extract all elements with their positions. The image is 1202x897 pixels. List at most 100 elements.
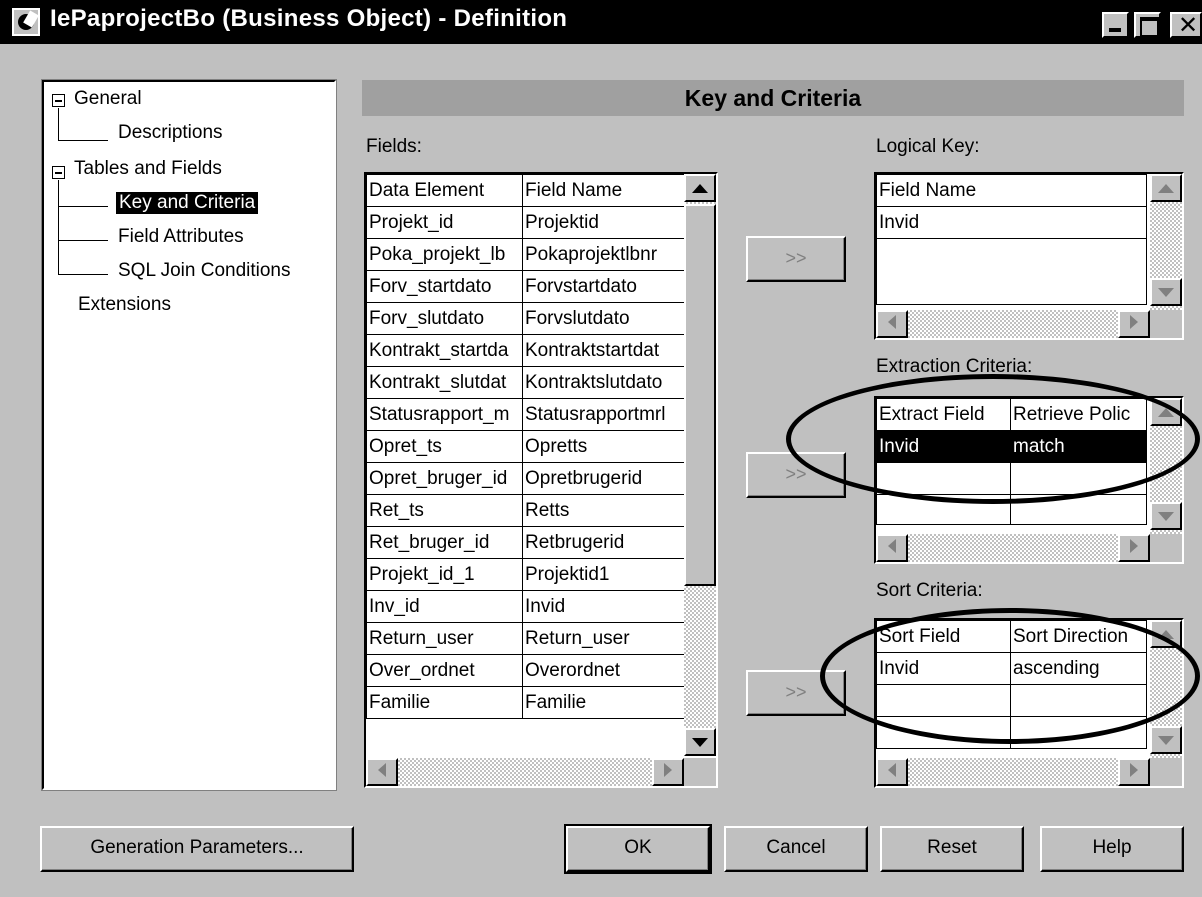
collapse-tables-icon[interactable] (52, 166, 65, 179)
column-header[interactable]: Sort Field (876, 620, 1011, 653)
tree-item-extensions[interactable]: Extensions (78, 294, 171, 316)
tree-item-field-attributes[interactable]: Field Attributes (118, 226, 244, 248)
table-cell[interactable]: Retts (522, 494, 685, 527)
logical-key-grid[interactable]: Field Name Invid (874, 172, 1184, 340)
table-cell[interactable]: Statusrapport_m (366, 398, 523, 431)
add-to-extraction-button[interactable]: >> (746, 452, 846, 498)
help-button[interactable]: Help (1040, 826, 1184, 872)
table-cell[interactable]: Kontraktslutdato (522, 366, 685, 399)
scroll-left-button[interactable] (876, 758, 908, 786)
scroll-left-button[interactable] (876, 310, 908, 338)
reset-button[interactable]: Reset (880, 826, 1024, 872)
table-cell[interactable] (1010, 494, 1147, 525)
column-header[interactable]: Sort Direction (1010, 620, 1147, 653)
table-row[interactable]: Kontrakt_slutdat Kontraktslutdato (366, 366, 685, 399)
column-header[interactable]: Retrieve Polic (1010, 398, 1147, 431)
table-cell[interactable]: Retbrugerid (522, 526, 685, 559)
table-cell[interactable] (876, 238, 1147, 305)
table-cell[interactable] (1010, 716, 1147, 749)
tree-item-general[interactable]: General (74, 88, 142, 110)
table-cell[interactable]: Projektid1 (522, 558, 685, 591)
fields-horizontal-scrollbar[interactable] (366, 758, 684, 786)
scroll-right-button[interactable] (1118, 310, 1150, 338)
table-cell[interactable] (1010, 684, 1147, 717)
logical-key-vertical-scrollbar[interactable] (1150, 174, 1182, 310)
table-cell[interactable]: match (1010, 430, 1147, 463)
ok-button[interactable]: OK (564, 824, 712, 874)
table-cell[interactable]: Kontrakt_startda (366, 334, 523, 367)
table-cell[interactable]: Kontraktstartdat (522, 334, 685, 367)
table-cell[interactable]: Opret_bruger_id (366, 462, 523, 495)
table-cell[interactable]: Invid (876, 206, 1147, 239)
scroll-right-button[interactable] (1118, 534, 1150, 562)
generation-parameters-button[interactable]: Generation Parameters... (40, 826, 354, 872)
table-cell[interactable] (876, 494, 1011, 525)
fields-grid[interactable]: Data Element Field Name Projekt_id Projekti… (364, 172, 718, 788)
table-cell[interactable]: Familie (366, 686, 523, 719)
app-icon[interactable] (12, 8, 40, 36)
add-to-sort-button[interactable]: >> (746, 670, 846, 716)
table-row[interactable]: Poka_projekt_lb Pokaprojektlbnr (366, 238, 685, 271)
sort-vertical-scrollbar[interactable] (1150, 620, 1182, 758)
table-cell[interactable]: Ret_ts (366, 494, 523, 527)
cancel-button[interactable]: Cancel (724, 826, 868, 872)
table-row[interactable]: Statusrapport_m Statusrapportmrl (366, 398, 685, 431)
logical-key-horizontal-scrollbar[interactable] (876, 310, 1150, 338)
scroll-left-button[interactable] (876, 534, 908, 562)
table-cell[interactable]: Poka_projekt_lb (366, 238, 523, 271)
table-cell[interactable]: Forv_slutdato (366, 302, 523, 335)
collapse-general-icon[interactable] (52, 94, 65, 107)
table-cell[interactable]: Projekt_id (366, 206, 523, 239)
table-cell[interactable]: Opretbrugerid (522, 462, 685, 495)
scroll-right-button[interactable] (1118, 758, 1150, 786)
scroll-left-button[interactable] (366, 758, 398, 786)
close-button[interactable]: ✕ (1170, 12, 1202, 39)
extraction-vertical-scrollbar[interactable] (1150, 398, 1182, 534)
table-cell[interactable]: ascending (1010, 652, 1147, 685)
column-header[interactable]: Extract Field (876, 398, 1011, 431)
table-cell[interactable]: Forvslutdato (522, 302, 685, 335)
scroll-down-button[interactable] (684, 728, 716, 756)
table-cell[interactable]: Opret_ts (366, 430, 523, 463)
scroll-right-button[interactable] (652, 758, 684, 786)
sort-criteria-grid[interactable]: Sort Field Sort Direction Invid ascendin… (874, 618, 1184, 788)
scroll-up-button[interactable] (1150, 174, 1182, 202)
table-cell[interactable]: Invid (876, 652, 1011, 685)
scroll-down-button[interactable] (1150, 502, 1182, 530)
table-cell[interactable]: Statusrapportmrl (522, 398, 685, 431)
table-row[interactable]: Ret_bruger_id Retbrugerid (366, 526, 685, 559)
table-cell[interactable]: Return_user (366, 622, 523, 655)
maximize-button[interactable] (1134, 12, 1161, 38)
table-row[interactable]: Opret_ts Opretts (366, 430, 685, 463)
add-to-logical-key-button[interactable]: >> (746, 236, 846, 282)
table-cell[interactable]: Kontrakt_slutdat (366, 366, 523, 399)
table-row[interactable]: Return_user Return_user (366, 622, 685, 655)
table-cell[interactable]: Over_ordnet (366, 654, 523, 687)
table-row[interactable]: Familie Familie (366, 686, 685, 719)
column-header[interactable]: Data Element (366, 174, 523, 207)
table-row[interactable]: Forv_slutdato Forvslutdato (366, 302, 685, 335)
table-cell[interactable] (876, 716, 1011, 749)
table-row[interactable]: Projekt_id Projektid (366, 206, 685, 239)
scroll-up-button[interactable] (1150, 620, 1182, 648)
table-cell[interactable]: Projektid (522, 206, 685, 239)
minimize-button[interactable] (1102, 12, 1129, 38)
table-cell[interactable] (876, 462, 1011, 495)
table-row[interactable]: Projekt_id_1 Projektid1 (366, 558, 685, 591)
table-cell[interactable]: Invid (522, 590, 685, 623)
tree-item-descriptions[interactable]: Descriptions (118, 122, 223, 144)
column-header[interactable]: Field Name (522, 174, 685, 207)
table-cell[interactable]: Forv_startdato (366, 270, 523, 303)
table-cell[interactable]: Ret_bruger_id (366, 526, 523, 559)
table-row[interactable]: Ret_ts Retts (366, 494, 685, 527)
extraction-horizontal-scrollbar[interactable] (876, 534, 1150, 562)
table-row[interactable]: Inv_id Invid (366, 590, 685, 623)
table-cell[interactable] (1010, 462, 1147, 495)
navigation-tree[interactable]: General Descriptions Tables and Fields K… (41, 79, 337, 791)
table-cell[interactable]: Invid (876, 430, 1011, 463)
scroll-down-button[interactable] (1150, 726, 1182, 754)
tree-item-sql-join-conditions[interactable]: SQL Join Conditions (118, 260, 291, 282)
table-cell[interactable]: Overordnet (522, 654, 685, 687)
sort-horizontal-scrollbar[interactable] (876, 758, 1150, 786)
extraction-criteria-grid[interactable]: Extract Field Retrieve Polic Invid match (874, 396, 1184, 564)
